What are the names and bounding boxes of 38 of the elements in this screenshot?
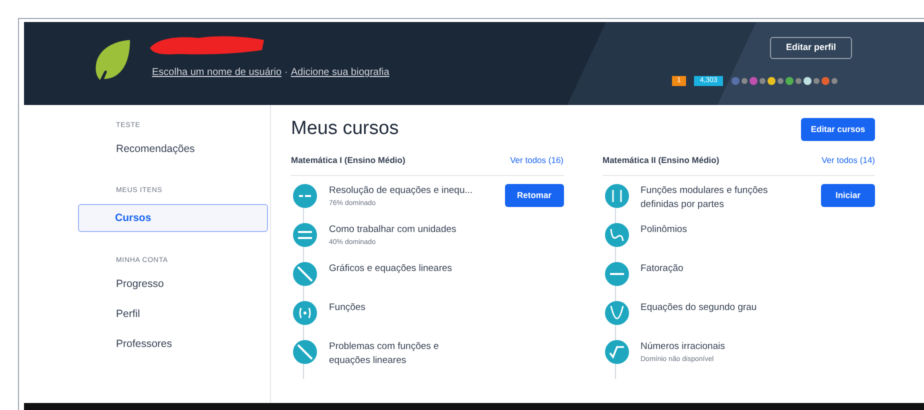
slash-icon <box>293 262 317 286</box>
parabola-icon <box>604 300 628 324</box>
sidebar-item[interactable]: Perfil <box>96 300 270 326</box>
see-all-link[interactable]: Ver todos (16) <box>510 154 564 166</box>
see-all-link[interactable]: Ver todos (14) <box>822 154 875 166</box>
function-icon <box>293 300 317 324</box>
sidebar-item[interactable]: Recomendações <box>96 136 270 162</box>
sidebar-item[interactable]: Professores <box>96 330 270 356</box>
sidebar-item[interactable]: Cursos <box>78 204 268 232</box>
course-title: Matemática I (Ensino Médio) <box>291 154 406 166</box>
slash-icon <box>293 340 317 364</box>
absolute-value-icon <box>604 184 628 208</box>
curve-icon <box>604 222 628 246</box>
page-title: Meus cursos <box>291 117 399 141</box>
lesson-title[interactable]: Como trabalhar com unidades <box>329 222 564 236</box>
course-title: Matemática II (Ensino Médio) <box>602 154 720 166</box>
bars-icon <box>293 222 317 246</box>
minus-icon <box>604 262 628 286</box>
lesson-title[interactable]: Polinômios <box>640 222 875 236</box>
username-link[interactable]: Escolha um nome de usuário <box>152 65 282 80</box>
leaf-logo-icon <box>94 39 132 81</box>
lesson-title[interactable]: Fatoração <box>640 262 875 276</box>
lesson-title[interactable]: Funções <box>329 300 564 314</box>
lesson-title[interactable]: Resolução de equações e inequ... <box>329 184 506 198</box>
lesson-title[interactable]: Gráficos e equações lineares <box>329 262 564 276</box>
lesson-title[interactable]: Números irracionais <box>640 340 875 354</box>
biography-link[interactable]: Adicione sua biografia <box>290 65 390 80</box>
square-root-icon <box>604 340 628 364</box>
link-separator: · <box>284 66 288 80</box>
lesson-title[interactable]: Problemas com funções e equações lineares <box>329 340 564 368</box>
course-action-button[interactable]: Retomar <box>505 184 564 206</box>
edit-courses-button[interactable]: Editar cursos <box>801 118 875 141</box>
equation-icon <box>293 184 317 208</box>
lesson-title[interactable]: Equações do segundo grau <box>640 300 875 314</box>
edit-profile-button[interactable]: Editar perfil <box>770 37 852 59</box>
course-action-button[interactable]: Iniciar <box>821 184 875 206</box>
sidebar-item[interactable]: Progresso <box>96 270 270 296</box>
lesson-title[interactable]: Funções modulares e funções definidas por partes <box>640 184 821 212</box>
